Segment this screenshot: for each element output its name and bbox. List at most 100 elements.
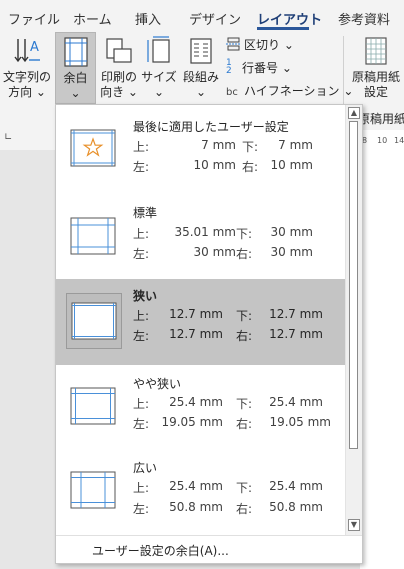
line-numbers-icon: 12	[226, 58, 232, 76]
margin-option-normal[interactable]: 標準 上: 35.01 mm 下: 30 mm 左: 30 mm 右: 30 m…	[56, 193, 346, 279]
margin-option-wide[interactable]: 広い 上: 25.4 mm 下: 25.4 mm 左: 50.8 mm 右: 5…	[56, 447, 346, 533]
bottom-value: 25.4 mm	[269, 479, 323, 493]
bottom-value: 25.4 mm	[269, 395, 323, 409]
line-numbers-label: 行番号 ⌄	[242, 61, 292, 75]
tab-layout[interactable]: レイアウト	[257, 9, 322, 28]
top-value: 25.4 mm	[169, 395, 223, 409]
margins-button[interactable]: 余白 ⌄	[55, 32, 96, 104]
top-label: 上:	[133, 481, 150, 495]
size-label: サイズ	[141, 70, 177, 84]
left-label: 左:	[133, 160, 150, 174]
text-direction-label-2: 方向 ⌄	[8, 85, 46, 99]
orientation-button[interactable]: 印刷の 向き ⌄	[98, 34, 140, 104]
columns-button[interactable]: 段組み ⌄	[180, 34, 222, 104]
left-value: 19.05 mm	[161, 415, 223, 429]
manuscript-group-label: 原稿用紙	[358, 112, 404, 126]
text-direction-icon: A	[14, 39, 40, 63]
margin-preview-icon	[71, 302, 117, 340]
svg-text:A: A	[30, 40, 39, 55]
margin-option-last-custom[interactable]: 最後に適用したユーザー設定 上: 7 mm 下: 7 mm 左: 10 mm 右…	[56, 107, 346, 193]
breaks-button[interactable]: 区切り ⌄	[226, 36, 294, 53]
custom-margins-button[interactable]: ユーザー設定の余白(A)...	[92, 542, 229, 559]
bottom-label: 下:	[236, 397, 253, 411]
margin-option-narrow[interactable]: 狭い 上: 12.7 mm 下: 12.7 mm 左: 12.7 mm 右: 1…	[56, 279, 346, 365]
line-numbers-button[interactable]: 1 2 行番号 ⌄	[226, 59, 292, 76]
right-label: 右:	[236, 502, 253, 516]
breaks-icon	[226, 37, 241, 51]
margins-icon	[63, 37, 88, 67]
tab-insert[interactable]: 挿入	[135, 9, 161, 28]
top-label: 上:	[133, 309, 150, 323]
right-value: 10 mm	[270, 158, 313, 172]
option-name: 最後に適用したユーザー設定	[133, 120, 289, 134]
size-button[interactable]: サイズ ⌄	[140, 34, 178, 104]
bottom-label: 下:	[236, 481, 253, 495]
tab-references[interactable]: 参考資料	[338, 9, 390, 28]
manuscript-label-2: 設定	[363, 85, 388, 99]
top-label: 上:	[133, 397, 150, 411]
left-value: 30 mm	[193, 245, 236, 259]
top-value: 35.01 mm	[174, 225, 236, 239]
document-page[interactable]: 8 10 14	[360, 130, 404, 569]
left-value: 10 mm	[193, 158, 236, 172]
text-direction-label-1: 文字列の	[2, 70, 51, 84]
orientation-icon	[106, 38, 132, 63]
margins-label: 余白	[63, 71, 88, 85]
right-label: 右:	[236, 417, 253, 431]
text-direction-button[interactable]: A 文字列の 方向 ⌄	[2, 34, 52, 104]
margin-preview-icon	[70, 129, 116, 167]
right-value: 12.7 mm	[269, 327, 323, 341]
margin-option-moderate[interactable]: やや狭い 上: 25.4 mm 下: 25.4 mm 左: 19.05 mm 右…	[56, 365, 346, 451]
left-label: 左:	[133, 329, 150, 343]
bottom-value: 7 mm	[278, 138, 313, 152]
margin-preview-icon	[70, 471, 116, 509]
scrollbar-thumb[interactable]	[349, 121, 358, 449]
columns-icon	[190, 38, 212, 64]
tab-file[interactable]: ファイル	[8, 9, 60, 28]
right-value: 19.05 mm	[269, 415, 331, 429]
bottom-value: 12.7 mm	[269, 307, 323, 321]
manuscript-label-1: 原稿用紙	[351, 70, 400, 84]
option-name: 標準	[133, 206, 158, 220]
option-name: 広い	[133, 461, 158, 475]
option-name: やや狭い	[133, 377, 182, 391]
margins-chevron-icon: ⌄	[70, 86, 81, 100]
left-label: 左:	[133, 417, 150, 431]
hyphenation-label: ハイフネーション ⌄	[244, 84, 354, 98]
menu-divider	[56, 535, 362, 536]
right-value: 50.8 mm	[269, 500, 323, 514]
ruler-number: 10	[377, 136, 388, 145]
bottom-label: 下:	[236, 227, 253, 241]
top-value: 7 mm	[201, 138, 236, 152]
right-label: 右:	[236, 247, 253, 261]
left-label: 左:	[133, 502, 150, 516]
right-value: 30 mm	[270, 245, 313, 259]
top-value: 12.7 mm	[169, 307, 223, 321]
top-value: 25.4 mm	[169, 479, 223, 493]
manuscript-settings-button[interactable]: 原稿用紙 設定	[348, 34, 404, 104]
margins-dropdown: 最後に適用したユーザー設定 上: 7 mm 下: 7 mm 左: 10 mm 右…	[55, 104, 363, 564]
scroll-down-icon[interactable]: ▼	[348, 519, 360, 531]
ruler-number: 14	[394, 136, 404, 145]
left-value: 12.7 mm	[169, 327, 223, 341]
active-tab-indicator	[257, 27, 309, 30]
columns-chevron-icon: ⌄	[195, 85, 207, 99]
right-label: 右:	[236, 329, 253, 343]
option-name: 狭い	[133, 289, 158, 303]
hyphenation-button[interactable]: bc ハイフネーション ⌄	[226, 82, 353, 99]
bottom-label: 下:	[236, 309, 253, 323]
dropdown-scrollbar[interactable]: ▲ ▼	[345, 105, 362, 535]
orientation-label-2: 向き ⌄	[100, 85, 138, 99]
size-chevron-icon: ⌄	[153, 85, 165, 99]
columns-label: 段組み	[182, 70, 219, 84]
tab-home[interactable]: ホーム	[73, 9, 112, 28]
scroll-up-icon[interactable]: ▲	[348, 107, 360, 119]
tab-stop-icon[interactable]: ∟	[4, 132, 12, 143]
manuscript-paper-icon	[365, 37, 387, 65]
top-label: 上:	[133, 227, 150, 241]
left-value: 50.8 mm	[169, 500, 223, 514]
margin-preview-icon	[70, 217, 116, 255]
left-label: 左:	[133, 247, 150, 261]
size-icon	[147, 36, 170, 63]
tab-design[interactable]: デザイン	[189, 9, 241, 28]
